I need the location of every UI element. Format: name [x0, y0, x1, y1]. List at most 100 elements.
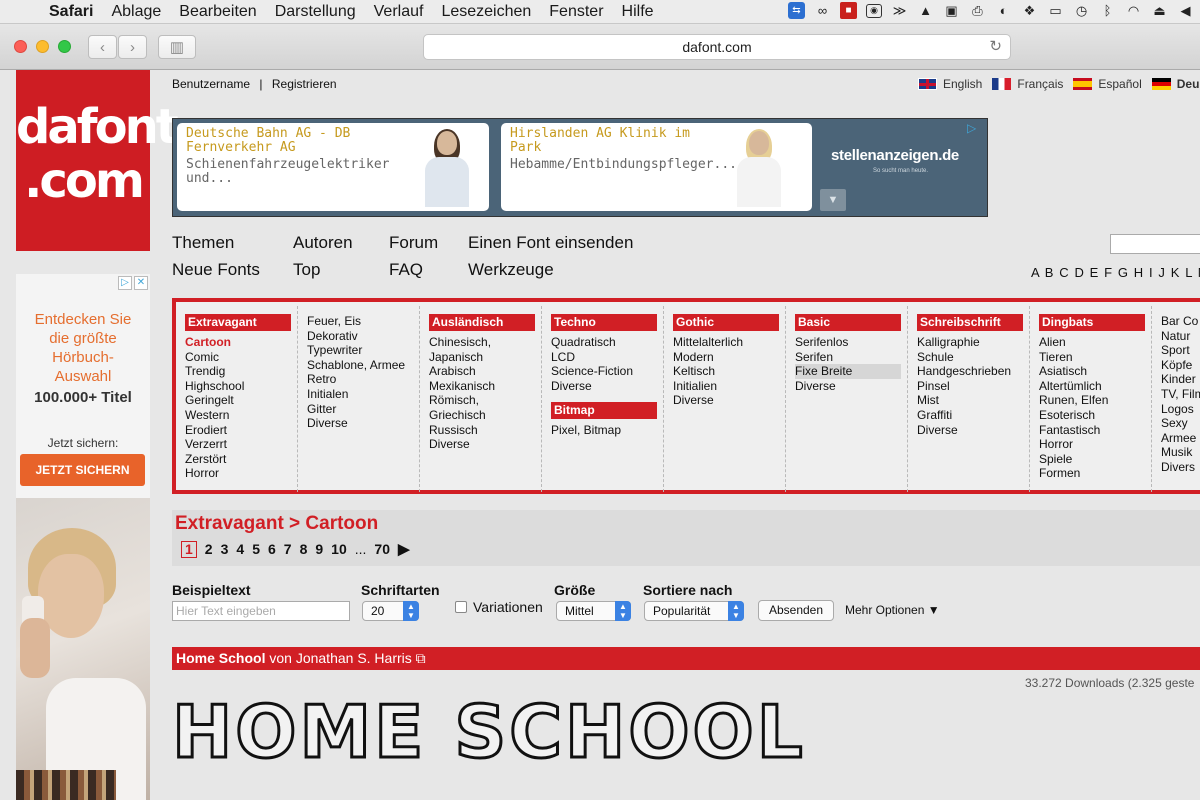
- login-link[interactable]: Benutzername: [172, 77, 250, 91]
- category-item[interactable]: Trendig: [185, 364, 297, 379]
- menu-app-safari[interactable]: Safari: [40, 3, 102, 21]
- category-item[interactable]: Verzerrt: [185, 437, 297, 452]
- category-item[interactable]: Western: [185, 408, 297, 423]
- ad-card-hirslanden[interactable]: Hirslanden AG Klinik im Park Hebamme/Ent…: [501, 123, 812, 211]
- category-item[interactable]: Kinder: [1161, 372, 1200, 387]
- category-item[interactable]: Fantastisch: [1039, 423, 1151, 438]
- category-item[interactable]: Esoterisch: [1039, 408, 1151, 423]
- category-item[interactable]: Russisch: [429, 423, 541, 438]
- screen-record-icon[interactable]: ◉: [866, 3, 882, 18]
- category-item[interactable]: Tieren: [1039, 350, 1151, 365]
- category-item-active[interactable]: Cartoon: [185, 335, 297, 350]
- category-item[interactable]: Pinsel: [917, 379, 1029, 394]
- forward-button[interactable]: ›: [118, 35, 147, 59]
- category-item[interactable]: Diverse: [673, 393, 785, 408]
- search-input[interactable]: [1110, 234, 1200, 254]
- reload-icon[interactable]: ↻: [989, 35, 1002, 59]
- category-item[interactable]: Diverse: [917, 423, 1029, 438]
- page-link[interactable]: 7: [284, 541, 292, 557]
- audiobook-ad[interactable]: ▷ ✕ Entdecken Sie die größte Hörbuch- Au…: [16, 274, 150, 800]
- category-item[interactable]: Sport: [1161, 343, 1200, 358]
- address-bar[interactable]: dafont.com ↻: [423, 34, 1011, 60]
- category-item[interactable]: Alien: [1039, 335, 1151, 350]
- category-item[interactable]: Sexy: [1161, 416, 1200, 431]
- category-item[interactable]: Diverse: [795, 379, 907, 394]
- category-header[interactable]: Ausländisch: [429, 314, 535, 331]
- category-item[interactable]: TV, Film: [1161, 387, 1200, 402]
- category-item[interactable]: Arabisch: [429, 364, 541, 379]
- category-item[interactable]: Spiele: [1039, 452, 1151, 467]
- time-machine-icon[interactable]: ◷: [1073, 2, 1090, 19]
- category-item[interactable]: Initialen: [307, 387, 419, 402]
- arrows-icon[interactable]: ≫: [891, 2, 908, 19]
- creative-cloud-icon[interactable]: ∞: [814, 2, 831, 19]
- category-item[interactable]: Diverse: [551, 379, 663, 394]
- dafont-logo[interactable]: dafont .com: [16, 70, 179, 251]
- category-item[interactable]: Formen: [1039, 466, 1151, 481]
- sample-text-input[interactable]: Hier Text eingeben: [172, 601, 350, 621]
- category-item[interactable]: Diverse: [307, 416, 419, 431]
- category-item[interactable]: Divers: [1161, 460, 1200, 475]
- category-item[interactable]: Zerstört: [185, 452, 297, 467]
- menu-fenster[interactable]: Fenster: [540, 3, 612, 21]
- teamviewer-icon[interactable]: ⇆: [788, 2, 805, 19]
- category-header[interactable]: Dingbats: [1039, 314, 1145, 331]
- volume-icon[interactable]: ◀: [1177, 2, 1194, 19]
- airplay-icon[interactable]: ▭: [1047, 2, 1064, 19]
- category-item[interactable]: Musik: [1161, 445, 1200, 460]
- category-header[interactable]: Extravagant: [185, 314, 291, 331]
- page-link[interactable]: 4: [236, 541, 244, 557]
- page-link[interactable]: 2: [205, 541, 213, 557]
- printer-icon[interactable]: ⎙: [969, 2, 986, 19]
- category-item[interactable]: Römisch, Griechisch: [429, 393, 529, 422]
- category-item[interactable]: Erodiert: [185, 423, 297, 438]
- font-name-link[interactable]: Home School: [176, 650, 265, 666]
- category-item[interactable]: Mist: [917, 393, 1029, 408]
- category-item[interactable]: LCD: [551, 350, 663, 365]
- zoom-window-button[interactable]: [58, 40, 71, 53]
- page-link[interactable]: 8: [300, 541, 308, 557]
- app-red-icon[interactable]: ■: [840, 2, 857, 19]
- category-item[interactable]: Typewriter: [307, 343, 419, 358]
- nav-tools[interactable]: Werkzeuge: [468, 260, 554, 280]
- category-item[interactable]: Gitter: [307, 402, 419, 417]
- sidebar-toggle-button[interactable]: ▥: [158, 35, 196, 59]
- stellenanzeigen-logo[interactable]: stellenanzeigen.de: [831, 147, 959, 164]
- category-item[interactable]: Mittelalterlich: [673, 335, 785, 350]
- category-item[interactable]: Kalligraphie: [917, 335, 1029, 350]
- size-select[interactable]: Mittel ▲ ▼: [556, 601, 631, 621]
- font-author[interactable]: von Jonathan S. Harris: [269, 650, 411, 666]
- menu-hilfe[interactable]: Hilfe: [613, 3, 663, 21]
- nav-autoren[interactable]: Autoren: [293, 233, 353, 253]
- menu-bearbeiten[interactable]: Bearbeiten: [170, 3, 265, 21]
- category-item[interactable]: Logos: [1161, 402, 1200, 417]
- variations-checkbox[interactable]: [455, 601, 467, 613]
- menu-darstellung[interactable]: Darstellung: [266, 3, 365, 21]
- category-item[interactable]: Horror: [185, 466, 297, 481]
- page-link[interactable]: 5: [252, 541, 260, 557]
- submit-button[interactable]: Absenden: [758, 600, 834, 621]
- category-header[interactable]: Basic: [795, 314, 901, 331]
- category-item[interactable]: Horror: [1039, 437, 1151, 452]
- category-item[interactable]: Comic: [185, 350, 297, 365]
- category-item[interactable]: Natur: [1161, 329, 1200, 344]
- category-header[interactable]: Gothic: [673, 314, 779, 331]
- category-item-hovered[interactable]: Fixe Breite: [795, 364, 901, 379]
- external-link-icon[interactable]: ⧉: [416, 650, 426, 666]
- category-item[interactable]: Initialien: [673, 379, 785, 394]
- category-item[interactable]: Serifen: [795, 350, 907, 365]
- category-item[interactable]: Asiatisch: [1039, 364, 1151, 379]
- category-item[interactable]: Chinesisch, Japanisch: [429, 335, 529, 364]
- lang-spanish[interactable]: Español: [1073, 77, 1142, 91]
- eject-icon[interactable]: ⏏: [1151, 2, 1168, 19]
- category-item[interactable]: Mexikanisch: [429, 379, 541, 394]
- more-options-link[interactable]: Mehr Optionen ▼: [845, 603, 940, 617]
- back-button[interactable]: ‹: [88, 35, 117, 59]
- count-select[interactable]: 20 ▲ ▼: [362, 601, 419, 621]
- alphabet-index[interactable]: A B C D E F G H I J K L M: [1031, 265, 1200, 280]
- display-icon[interactable]: ▣: [943, 2, 960, 19]
- close-icon[interactable]: ✕: [134, 276, 148, 290]
- variations-label[interactable]: Variationen: [473, 599, 543, 615]
- category-item[interactable]: Quadratisch: [551, 335, 663, 350]
- adchoices-icon[interactable]: ▷: [118, 276, 132, 290]
